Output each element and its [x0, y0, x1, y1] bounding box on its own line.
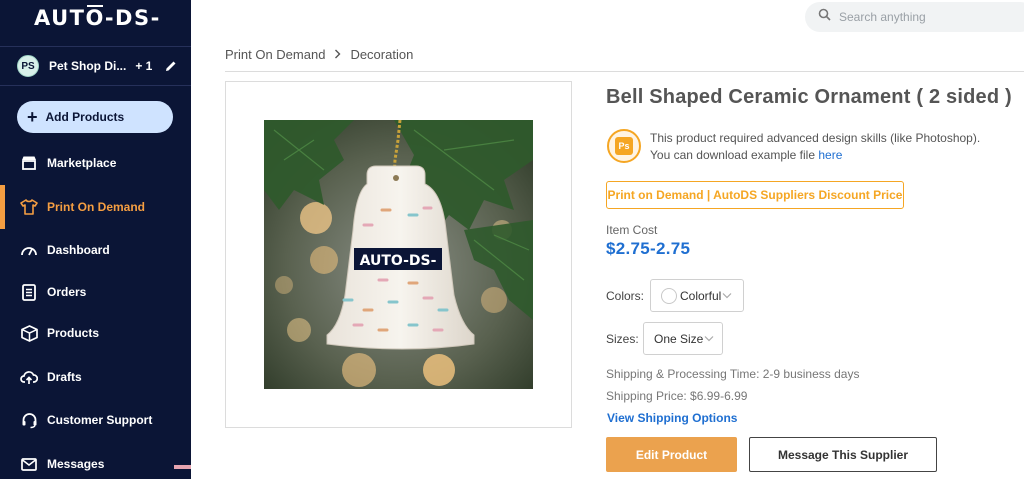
chevron-down-icon — [704, 335, 714, 342]
logo-text-part-1: AUT — [34, 6, 86, 30]
divider — [225, 71, 1024, 72]
cloud-upload-icon — [20, 368, 38, 386]
breadcrumb: Print On Demand Decoration — [225, 47, 413, 62]
store-name: Pet Shop Di... — [49, 59, 127, 73]
notice-line-1: This product required advanced design sk… — [650, 131, 981, 145]
gauge-icon — [20, 241, 38, 259]
sidebar-item-label: Orders — [47, 285, 87, 299]
sidebar-item-label: Print On Demand — [47, 200, 146, 214]
sidebar-item-customer-support[interactable]: Customer Support — [0, 405, 191, 435]
sidebar-item-label: Products — [47, 326, 100, 340]
add-products-button[interactable]: + Add Products — [17, 101, 173, 133]
plus-icon: + — [27, 107, 38, 127]
box-icon — [20, 324, 38, 342]
product-title: Bell Shaped Ceramic Ornament ( 2 sided ) — [606, 86, 1012, 108]
size-select[interactable]: One Size — [643, 322, 723, 355]
chevron-down-icon — [722, 292, 732, 299]
photoshop-icon: Ps — [607, 129, 641, 163]
color-select[interactable]: Colorful — [650, 279, 744, 312]
autods-logo[interactable]: AUTO-DS- — [34, 5, 161, 30]
chevron-right-icon — [334, 47, 341, 62]
logo-text-part-3: -DS- — [104, 6, 161, 30]
mail-icon — [20, 455, 38, 473]
color-select-value: Colorful — [680, 288, 722, 303]
sidebar-item-dashboard[interactable]: Dashboard — [0, 235, 191, 265]
sidebar-scrollbar[interactable] — [174, 465, 191, 469]
sidebar-item-label: Dashboard — [47, 243, 110, 257]
product-image[interactable]: AUTO-DS- — [264, 120, 533, 389]
add-products-label: Add Products — [45, 110, 125, 124]
sidebar-item-label: Messages — [47, 457, 105, 471]
headset-icon — [20, 411, 38, 429]
sidebar-item-marketplace[interactable]: Marketplace — [0, 148, 191, 178]
store-selector[interactable]: PS Pet Shop Di... + 1 — [0, 46, 191, 86]
design-skill-notice: This product required advanced design sk… — [650, 130, 980, 164]
edit-product-button[interactable]: Edit Product — [606, 437, 737, 472]
pencil-icon[interactable] — [164, 59, 178, 73]
sidebar-item-orders[interactable]: Orders — [0, 277, 191, 307]
shipping-processing-time: Shipping & Processing Time: 2-9 business… — [606, 367, 860, 381]
item-cost-label: Item Cost — [606, 223, 658, 237]
app-root: AUTO-DS- PS Pet Shop Di... + 1 + Add Pro… — [0, 0, 1024, 479]
view-shipping-options-link[interactable]: View Shipping Options — [607, 411, 737, 425]
shipping-price: Shipping Price: $6.99-6.99 — [606, 389, 748, 403]
breadcrumb-item-print-on-demand[interactable]: Print On Demand — [225, 47, 325, 62]
sidebar-item-print-on-demand[interactable]: Print On Demand — [0, 185, 191, 229]
notice-line-2: You can download example file here — [650, 147, 980, 164]
tshirt-icon — [20, 198, 38, 216]
notice-line-2-text: You can download example file — [650, 148, 819, 162]
sidebar: AUTO-DS- PS Pet Shop Di... + 1 + Add Pro… — [0, 0, 191, 479]
pod-discount-tag: Print on Demand | AutoDS Suppliers Disco… — [606, 181, 904, 209]
sizes-label: Sizes: — [606, 332, 639, 346]
logo-text-part-2: O — [85, 5, 105, 30]
image-logo-text: AUTO-DS- — [360, 253, 437, 269]
example-file-link[interactable]: here — [818, 148, 842, 162]
sidebar-item-products[interactable]: Products — [0, 318, 191, 348]
search-input[interactable] — [839, 10, 1019, 24]
store-extra-count: + 1 — [135, 59, 153, 73]
store-avatar: PS — [17, 55, 39, 77]
search-bar[interactable] — [805, 2, 1024, 32]
item-cost-value: $2.75-2.75 — [606, 239, 691, 258]
store-icon — [20, 154, 38, 172]
search-icon — [818, 8, 831, 26]
breadcrumb-item-decoration: Decoration — [350, 47, 414, 62]
message-supplier-button[interactable]: Message This Supplier — [749, 437, 937, 472]
list-icon — [20, 283, 38, 301]
ps-badge: Ps — [615, 137, 633, 155]
size-select-value: One Size — [654, 331, 704, 346]
sidebar-item-messages[interactable]: Messages — [0, 449, 191, 479]
sidebar-item-label: Drafts — [47, 370, 82, 384]
color-swatch — [661, 287, 677, 304]
sidebar-item-label: Customer Support — [47, 413, 153, 427]
sidebar-item-label: Marketplace — [47, 156, 117, 170]
sidebar-item-drafts[interactable]: Drafts — [0, 362, 191, 392]
colors-label: Colors: — [606, 289, 645, 303]
product-image-panel: AUTO-DS- — [225, 81, 572, 428]
